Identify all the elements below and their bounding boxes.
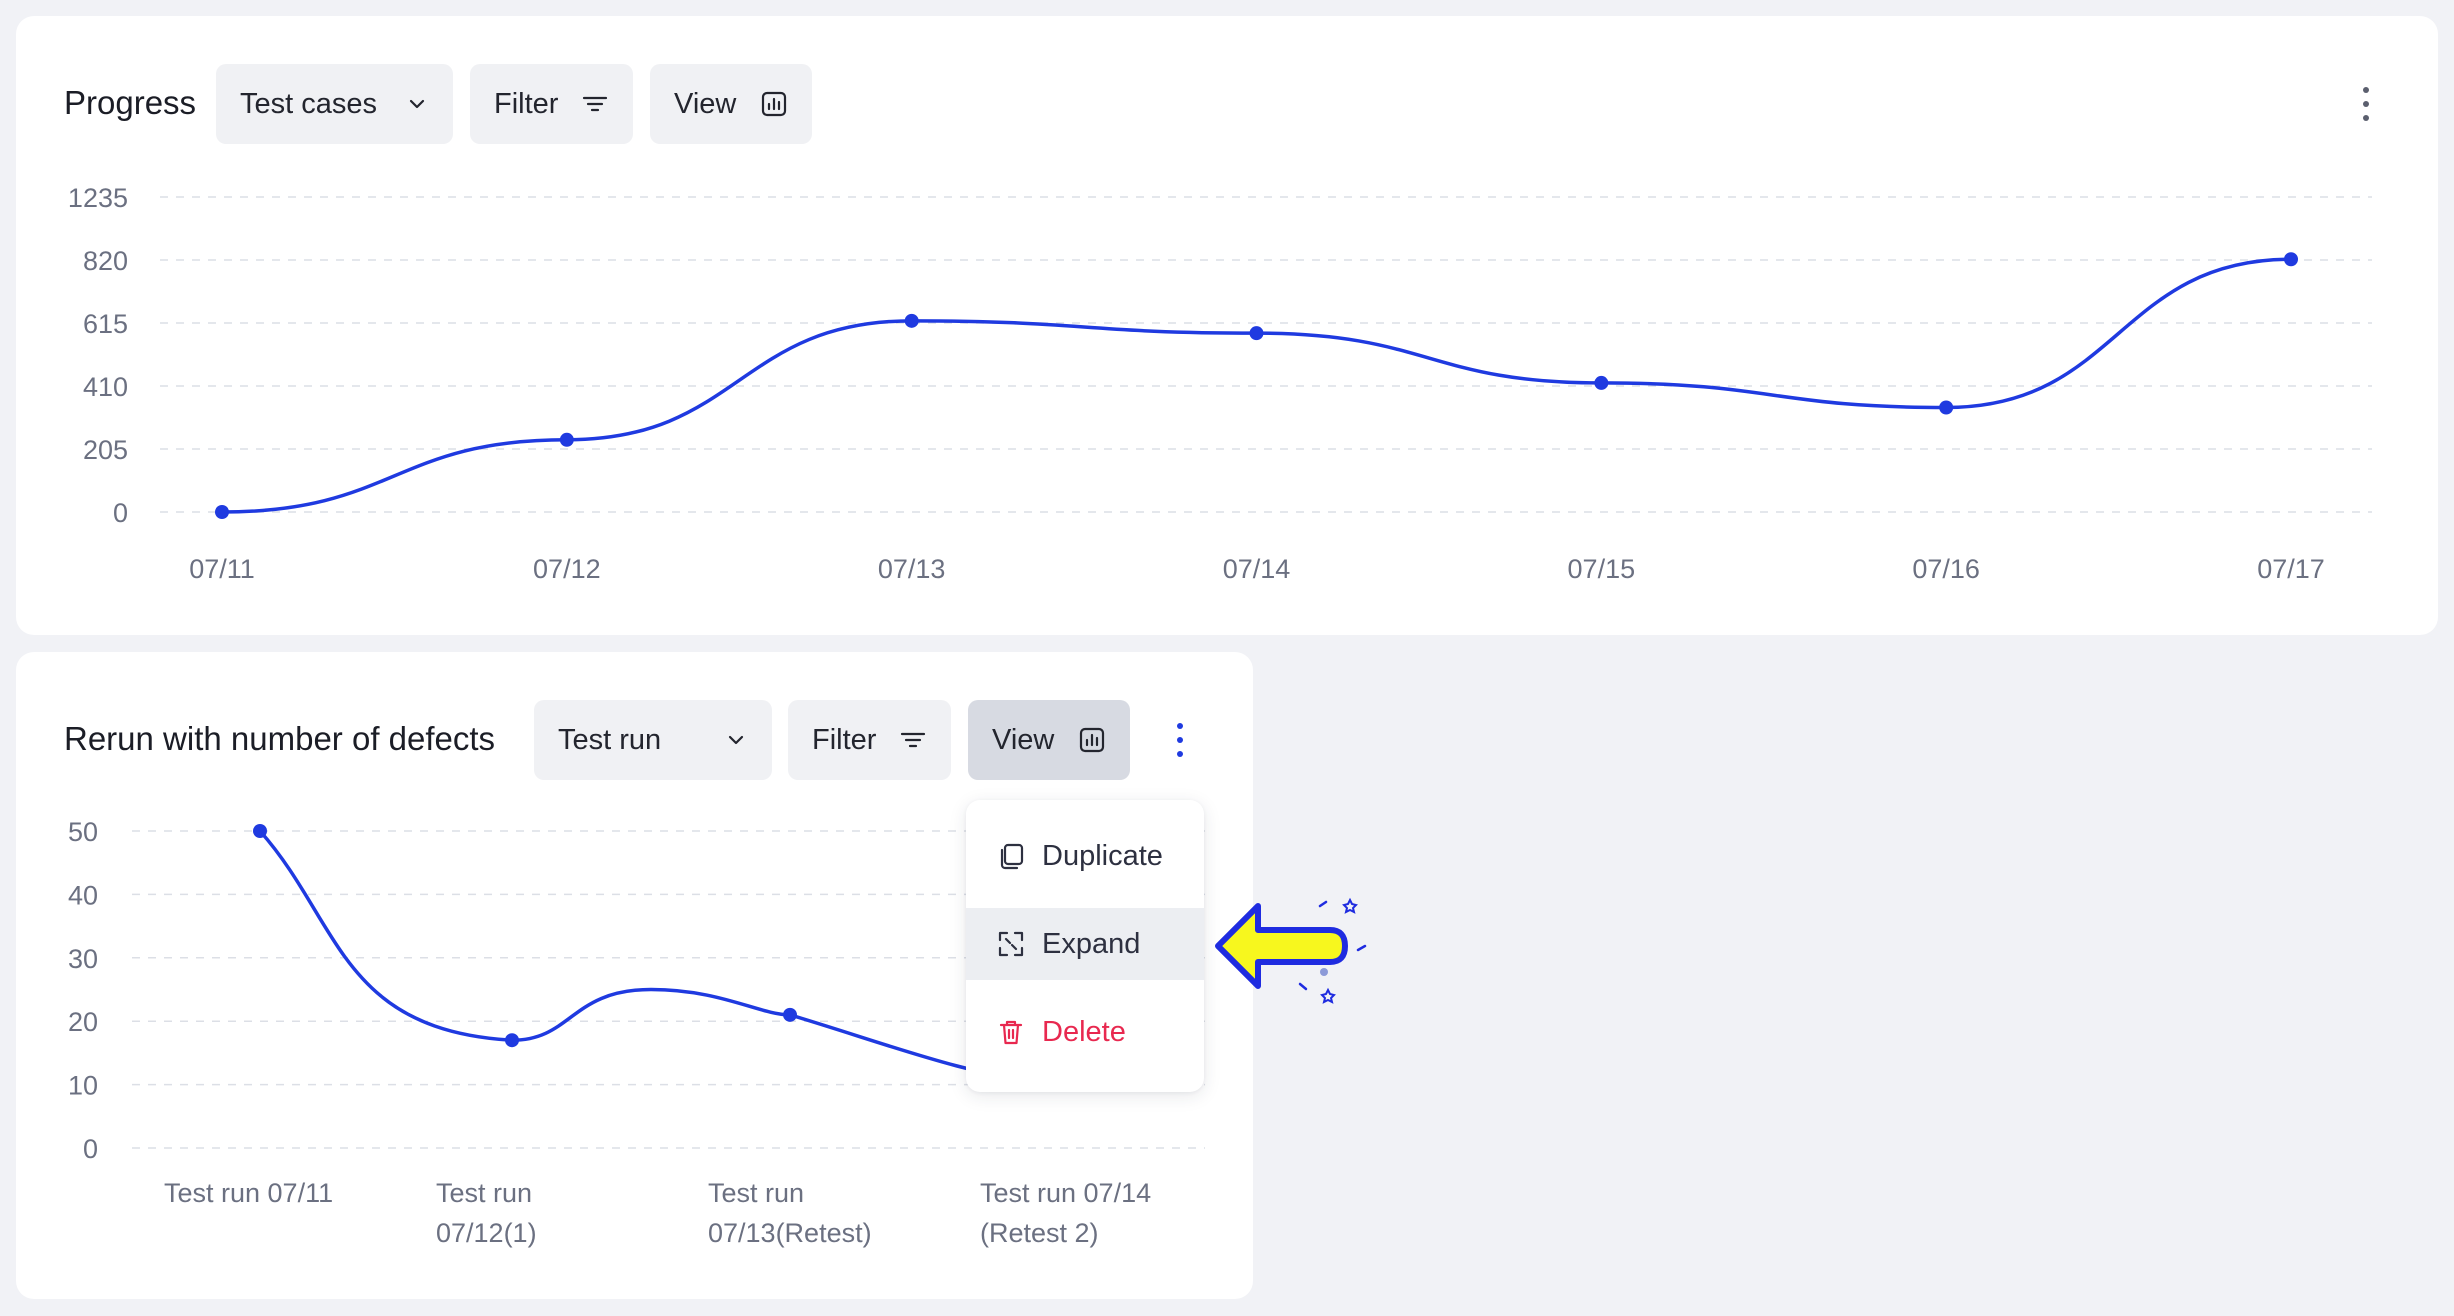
menu-item-delete[interactable]: Delete [966, 996, 1204, 1068]
y-tick-label: 20 [68, 1007, 98, 1037]
data-point [1594, 375, 1609, 390]
more-actions-menu: Duplicate Expand Delete [966, 800, 1204, 1092]
menu-item-expand-label: Expand [1042, 927, 1141, 960]
menu-item-duplicate-label: Duplicate [1042, 839, 1163, 872]
y-tick-label: 30 [68, 944, 98, 974]
x-tick-label: Test run 07/14 [980, 1178, 1151, 1208]
menu-item-delete-label: Delete [1042, 1015, 1126, 1048]
x-tick-label: Test run 07/11 [164, 1178, 333, 1208]
x-tick-label: 07/13(Retest) [708, 1218, 872, 1248]
data-point [2284, 252, 2298, 267]
y-tick-label: 50 [68, 817, 98, 847]
menu-item-expand[interactable]: Expand [966, 908, 1204, 980]
highlight-arrow-icon [1215, 897, 1367, 1004]
data-point [1939, 400, 1954, 415]
duplicate-icon [1000, 843, 1024, 870]
y-tick-label: 0 [83, 1134, 98, 1164]
trash-icon [999, 1020, 1023, 1045]
data-point [253, 824, 267, 838]
rerun-line-chart: 0 10 20 30 40 50 Test run 07/11 Test run 07/12(1… [68, 817, 1205, 1248]
x-tick-label: 07/17 [2257, 554, 2325, 584]
x-tick-label: Test run [436, 1178, 532, 1208]
expand-icon [998, 931, 1024, 957]
data-point [783, 1007, 797, 1022]
menu-item-duplicate[interactable]: Duplicate [966, 820, 1204, 892]
x-tick-label: Test run [708, 1178, 804, 1208]
x-tick-label: (Retest 2) [980, 1218, 1099, 1248]
y-tick-label: 10 [68, 1071, 98, 1101]
y-tick-label: 40 [68, 880, 98, 910]
x-tick-label: 07/16 [1912, 554, 1980, 584]
data-point [505, 1033, 519, 1048]
x-tick-label: 07/15 [1568, 554, 1636, 584]
x-tick-label: 07/12(1) [436, 1218, 537, 1248]
